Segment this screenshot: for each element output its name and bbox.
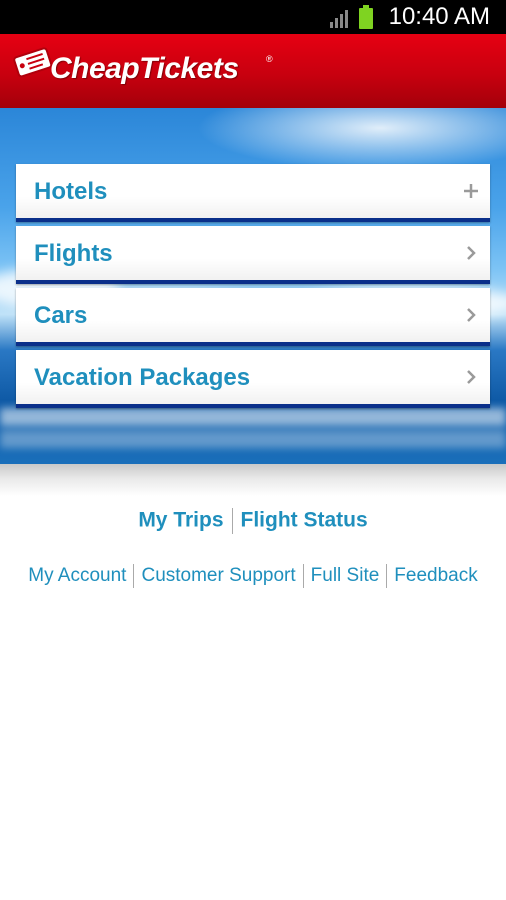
brand-name: CheapTickets <box>50 52 239 85</box>
menu-item-label: Cars <box>34 302 88 329</box>
my-account-link[interactable]: My Account <box>28 565 126 586</box>
signal-icon <box>330 10 348 28</box>
menu-item-hotels[interactable]: Hotels <box>16 164 490 222</box>
link-separator <box>231 508 233 534</box>
plus-icon <box>464 184 478 198</box>
clock: 10:40 AM <box>388 3 490 30</box>
menu-item-label: Hotels <box>34 178 108 205</box>
menu-item-flights[interactable]: Flights <box>16 226 490 284</box>
full-site-link[interactable]: Full Site <box>311 565 380 586</box>
status-bar: 10:40 AM <box>0 0 506 34</box>
menu-item-label: Vacation Packages <box>34 364 251 391</box>
my-trips-link[interactable]: My Trips <box>138 509 223 532</box>
chevron-right-icon <box>467 246 476 260</box>
cheaptickets-logo[interactable]: CheapTickets ® <box>12 44 282 94</box>
hero-background <box>0 108 506 464</box>
secondary-links: My Account Customer Support Full Site Feedb… <box>0 564 506 588</box>
menu-item-vacation-packages[interactable]: Vacation Packages <box>16 350 490 408</box>
link-separator <box>386 564 388 588</box>
wave-image <box>0 408 506 426</box>
menu-item-cars[interactable]: Cars <box>16 288 490 346</box>
chevron-right-icon <box>467 308 476 322</box>
customer-support-link[interactable]: Customer Support <box>141 565 295 586</box>
chevron-right-icon <box>467 370 476 384</box>
section-divider <box>0 464 506 496</box>
feedback-link[interactable]: Feedback <box>394 565 477 586</box>
battery-icon <box>359 5 373 29</box>
link-separator <box>302 564 304 588</box>
menu-item-label: Flights <box>34 240 113 267</box>
app-header: CheapTickets ® <box>0 34 506 108</box>
flight-status-link[interactable]: Flight Status <box>241 509 368 532</box>
registered-mark: ® <box>266 54 273 64</box>
primary-links: My Trips Flight Status <box>0 508 506 534</box>
wave-image <box>0 430 506 448</box>
link-separator <box>133 564 135 588</box>
